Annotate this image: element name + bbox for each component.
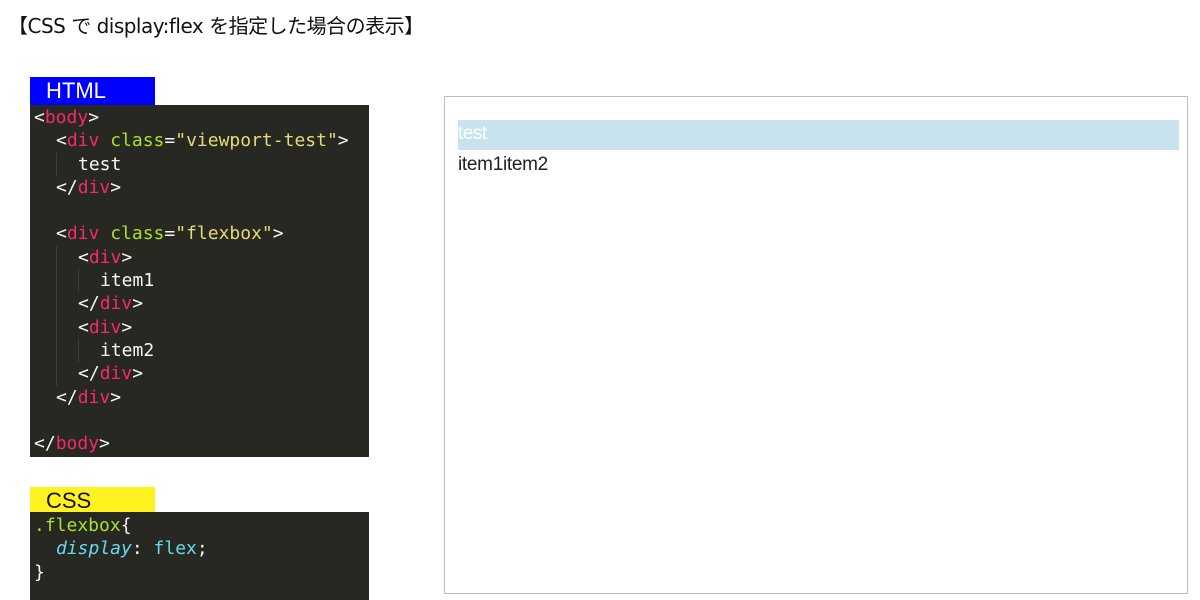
- code-token: >: [99, 433, 110, 455]
- code-token: >: [132, 363, 144, 385]
- code-line: </body>: [34, 432, 369, 455]
- code-line: </div>: [34, 292, 369, 316]
- code-token: </: [34, 433, 56, 455]
- flex-item: item2: [502, 154, 548, 175]
- code-line: .flexbox{: [34, 514, 369, 537]
- code-token: flex: [153, 538, 197, 560]
- indent-guide: [56, 245, 57, 270]
- code-token: <: [78, 316, 89, 338]
- code-token: >: [110, 176, 122, 198]
- code-token: class: [110, 223, 165, 245]
- code-token: </: [56, 386, 78, 408]
- code-token: div: [88, 246, 122, 268]
- code-token: div: [66, 130, 100, 152]
- code-token: div: [99, 363, 133, 385]
- code-token: div: [66, 223, 100, 245]
- code-token: ;: [196, 538, 208, 560]
- code-line: item1: [34, 269, 369, 293]
- code-token: <: [56, 130, 67, 152]
- flexbox-container: item1 item2: [458, 151, 548, 179]
- code-token: body: [55, 433, 100, 455]
- code-token: >: [272, 223, 284, 245]
- code-token: <: [78, 246, 89, 268]
- preview-frame: test item1 item2: [444, 96, 1188, 594]
- code-line: <div>: [34, 315, 369, 339]
- code-token: body: [44, 107, 89, 128]
- indent-guide: [78, 338, 79, 363]
- code-token: .flexbox: [34, 515, 121, 536]
- code-token: </: [78, 293, 100, 315]
- page-title: 【CSS で display:flex を指定した場合の表示】: [8, 14, 424, 38]
- code-token: "viewport-test": [175, 130, 338, 152]
- code-token: <: [56, 223, 67, 245]
- code-token: div: [88, 316, 122, 338]
- indent-guide: [56, 269, 57, 293]
- code-line: <div>: [34, 245, 369, 270]
- code-line: <body>: [34, 106, 369, 129]
- code-token: display: [56, 538, 132, 560]
- code-token: >: [132, 293, 144, 315]
- code-token: class: [110, 130, 165, 152]
- code-token: >: [121, 246, 133, 268]
- code-token: =: [164, 130, 176, 152]
- indent-guide: [56, 362, 57, 386]
- code-token: </: [78, 363, 100, 385]
- indent-guide: [56, 292, 57, 316]
- css-code-panel: .flexbox{ display: flex; }: [30, 512, 369, 600]
- code-token: </: [56, 176, 78, 198]
- page: 【CSS で display:flex を指定した場合の表示】 HTML <bo…: [0, 0, 1200, 600]
- code-token: test: [78, 153, 122, 175]
- code-line: </div>: [34, 176, 369, 199]
- code-line: }: [34, 561, 369, 584]
- flex-item: item1: [458, 154, 503, 175]
- code-token: =: [164, 223, 176, 245]
- code-token: "flexbox": [175, 223, 273, 245]
- viewport-test-box: test: [458, 120, 1179, 150]
- code-token: :: [131, 538, 154, 560]
- code-token: item1: [100, 270, 155, 292]
- code-token: >: [121, 316, 133, 338]
- code-line: <div class="flexbox">: [34, 222, 369, 245]
- code-line: </div>: [34, 386, 369, 409]
- code-token: >: [110, 386, 122, 408]
- code-token: div: [77, 176, 111, 198]
- code-line: item2: [34, 338, 369, 363]
- indent-guide: [56, 315, 57, 339]
- code-line: </div>: [34, 362, 369, 386]
- code-token: <: [34, 107, 45, 128]
- code-token: div: [77, 386, 111, 408]
- indent-guide: [56, 338, 57, 363]
- code-line: <div class="viewport-test">: [34, 129, 369, 152]
- code-token: item2: [100, 339, 155, 361]
- code-token: {: [120, 515, 132, 536]
- code-token: div: [99, 293, 133, 315]
- html-code-panel: <body> <div class="viewport-test"> test …: [30, 105, 369, 457]
- indent-guide: [78, 269, 79, 293]
- indent-guide: [56, 152, 57, 176]
- code-token: }: [34, 561, 45, 583]
- code-line: test: [34, 152, 369, 176]
- code-line: display: flex;: [34, 537, 369, 560]
- html-label: HTML: [30, 77, 155, 105]
- css-label: CSS: [30, 487, 155, 515]
- code-token: >: [337, 130, 349, 152]
- code-token: >: [88, 107, 100, 128]
